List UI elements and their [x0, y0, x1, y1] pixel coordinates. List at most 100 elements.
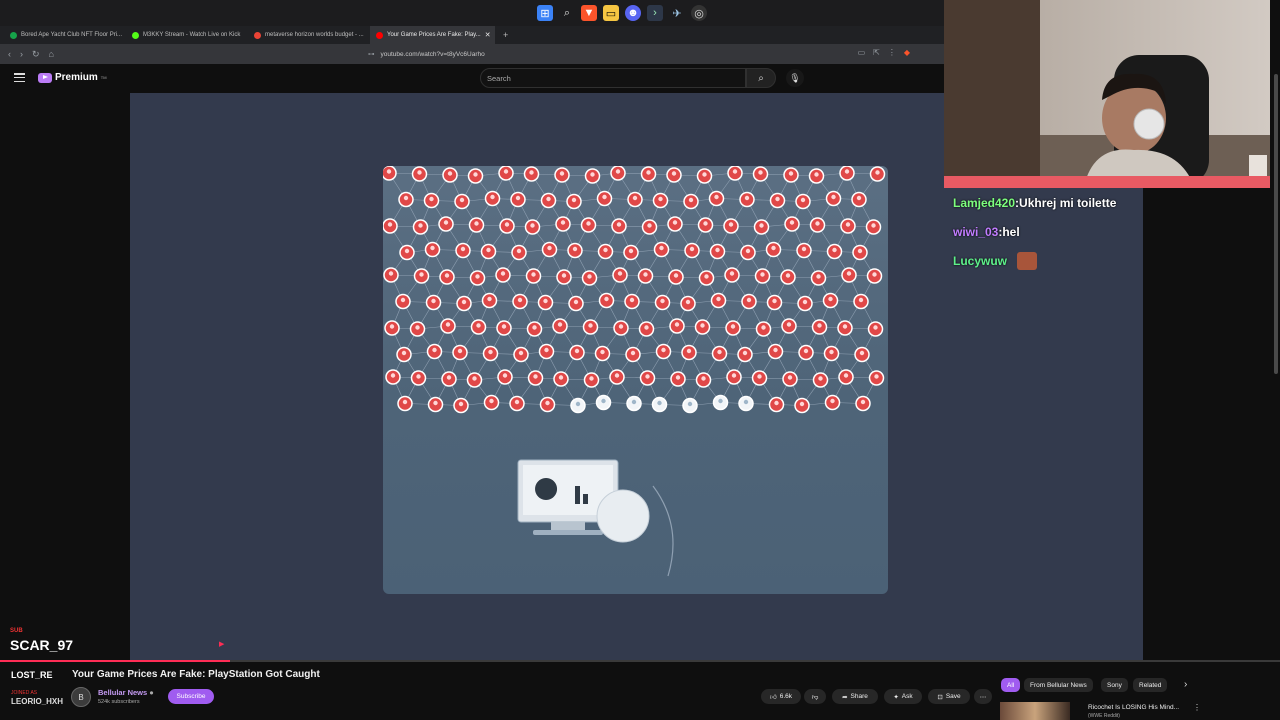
node-avatar-icon — [590, 172, 595, 177]
node-avatar-icon — [743, 399, 749, 405]
recommended-thumbnail[interactable] — [1000, 702, 1070, 720]
node-avatar-icon — [718, 398, 723, 404]
chip-sony[interactable]: Sony — [1101, 678, 1128, 692]
home-icon[interactable]: ⌂ — [49, 49, 54, 59]
browser-tab-4[interactable]: Your Game Prices Are Fake: Play... ✕ — [370, 26, 495, 44]
bookmark-icon[interactable]: ▭ — [858, 48, 866, 57]
like-button[interactable]: 👍︎ 6.6k — [761, 689, 801, 704]
reload-icon[interactable]: ↻ — [32, 49, 40, 60]
progress-handle-icon[interactable]: ▶ — [219, 640, 224, 648]
node-avatar-icon — [444, 273, 450, 278]
chip-from-channel[interactable]: From Bellular News — [1024, 678, 1093, 692]
chat-username: Lucywuw — [953, 253, 1008, 268]
node-avatar-icon — [616, 222, 622, 227]
ask-label: Ask — [901, 693, 913, 700]
node-avatar-icon — [587, 274, 592, 279]
node-avatar-icon — [671, 171, 677, 176]
node-avatar-icon — [560, 220, 566, 225]
chat-username: Lamjed420 — [953, 195, 1016, 210]
forward-icon[interactable]: › — [20, 49, 23, 59]
subscribe-button[interactable]: Subscribe — [168, 689, 214, 704]
node-avatar-icon — [702, 172, 707, 177]
node-avatar-icon — [530, 223, 535, 228]
node-avatar-icon — [490, 194, 495, 200]
channel-avatar[interactable]: B — [71, 687, 91, 707]
site-info-icon[interactable]: ⊶ — [368, 50, 375, 58]
node-avatar-icon — [842, 324, 848, 329]
dislike-button[interactable]: 👎︎ — [804, 689, 826, 704]
chip-related[interactable]: Related — [1133, 678, 1168, 692]
share-button[interactable]: ➦ Share — [832, 689, 878, 704]
node-avatar-icon — [561, 273, 567, 278]
node-avatar-icon — [500, 271, 506, 276]
menu-icon[interactable] — [14, 73, 25, 83]
more-vert-icon[interactable]: ⋮ — [1193, 703, 1201, 712]
node-avatar-icon — [602, 194, 607, 200]
node-avatar-icon — [488, 349, 493, 355]
node-avatar-icon — [573, 299, 579, 305]
node-avatar-icon — [401, 350, 407, 356]
node-avatar-icon — [657, 400, 662, 406]
close-tab-icon[interactable]: ✕ — [485, 31, 491, 39]
node-avatar-icon — [832, 247, 837, 253]
node-avatar-icon — [419, 272, 424, 277]
voice-search-button[interactable]: 🎙︎ — [786, 69, 804, 87]
page-scrollbar[interactable] — [1272, 64, 1280, 661]
share-page-icon[interactable]: ⇱ — [873, 48, 880, 57]
brave-shield-icon[interactable]: ◆ — [904, 48, 910, 57]
node-avatar-icon — [717, 349, 722, 355]
search-button[interactable]: ⌕ — [746, 68, 776, 88]
node-avatar-icon — [546, 196, 551, 202]
ask-button[interactable]: ✦ Ask — [884, 689, 922, 704]
discord-icon[interactable]: ☻ — [625, 5, 641, 21]
url-field[interactable]: ⊶ youtube.com/watch?v=t8yVc6Uarho — [368, 47, 868, 61]
search-icon: ⌕ — [758, 72, 764, 84]
node-avatar-icon — [529, 170, 534, 175]
node-avatar-icon — [675, 375, 681, 380]
node-avatar-icon — [475, 274, 480, 279]
more-actions-button[interactable]: ⋯ — [974, 689, 992, 704]
steam-icon[interactable]: ✈ — [669, 5, 685, 21]
recommended-title[interactable]: Ricochet Is LOSING His Mind... — [1088, 704, 1179, 711]
node-avatar-icon — [418, 223, 423, 228]
youtube-logo[interactable]: Premium TM — [38, 72, 107, 83]
browser-tab-1[interactable]: Bored Ape Yacht Club NFT Floor Pri... — [4, 26, 126, 44]
terminal-icon[interactable]: › — [647, 5, 663, 21]
node-avatar-icon — [689, 246, 695, 252]
node-avatar-icon — [700, 323, 705, 328]
search-icon[interactable]: ⌕ — [559, 5, 575, 21]
node-avatar-icon — [389, 324, 395, 329]
new-tab-icon[interactable]: + — [503, 30, 508, 40]
back-icon[interactable]: ‹ — [8, 49, 11, 59]
windows-icon[interactable]: ⊞ — [537, 5, 553, 21]
chip-all[interactable]: All — [1001, 678, 1021, 692]
browser-tab-3[interactable]: metaverse horizon worlds budget - ... — [248, 26, 370, 44]
node-avatar-icon — [604, 296, 609, 302]
chevron-right-icon[interactable]: › — [1184, 679, 1187, 690]
share-icon: ➦ — [842, 693, 848, 701]
node-avatar-icon — [843, 373, 849, 378]
tab-label: metaverse horizon worlds budget - ... — [265, 32, 364, 38]
node-avatar-icon — [433, 400, 438, 406]
folder-icon[interactable]: ▭ — [603, 5, 619, 21]
obs-icon[interactable]: ◎ — [691, 5, 707, 21]
search-input[interactable]: Search — [480, 68, 746, 88]
channel-name[interactable]: Bellular News ● — [98, 688, 154, 697]
video-progress-bar[interactable] — [0, 660, 1280, 662]
node-avatar-icon — [688, 197, 694, 203]
os-taskbar: ⊞ ⌕ ▼ ▭ ☻ › ✈ ◎ — [0, 0, 944, 26]
brave-icon[interactable]: ▼ — [581, 5, 597, 21]
youtube-play-icon — [38, 72, 52, 83]
node-avatar-icon — [673, 273, 679, 278]
node-avatar-icon — [645, 374, 650, 379]
extensions-icon[interactable]: ⋮ — [888, 48, 896, 57]
scrollbar-thumb[interactable] — [1274, 74, 1278, 374]
node-avatar-icon — [459, 197, 465, 203]
browser-tab-2[interactable]: M3KKY Stream - Watch Live on Kick — [126, 26, 248, 44]
monitor-illustration — [517, 459, 674, 577]
chat-message: Lamjed420 :Ukhrej mi toilette — [944, 188, 1143, 217]
node-avatar-icon — [617, 271, 623, 276]
node-avatar-icon — [415, 325, 420, 330]
save-button[interactable]: ⊡ Save — [928, 689, 970, 704]
subscriber-count: 524k subscribers — [98, 699, 140, 705]
